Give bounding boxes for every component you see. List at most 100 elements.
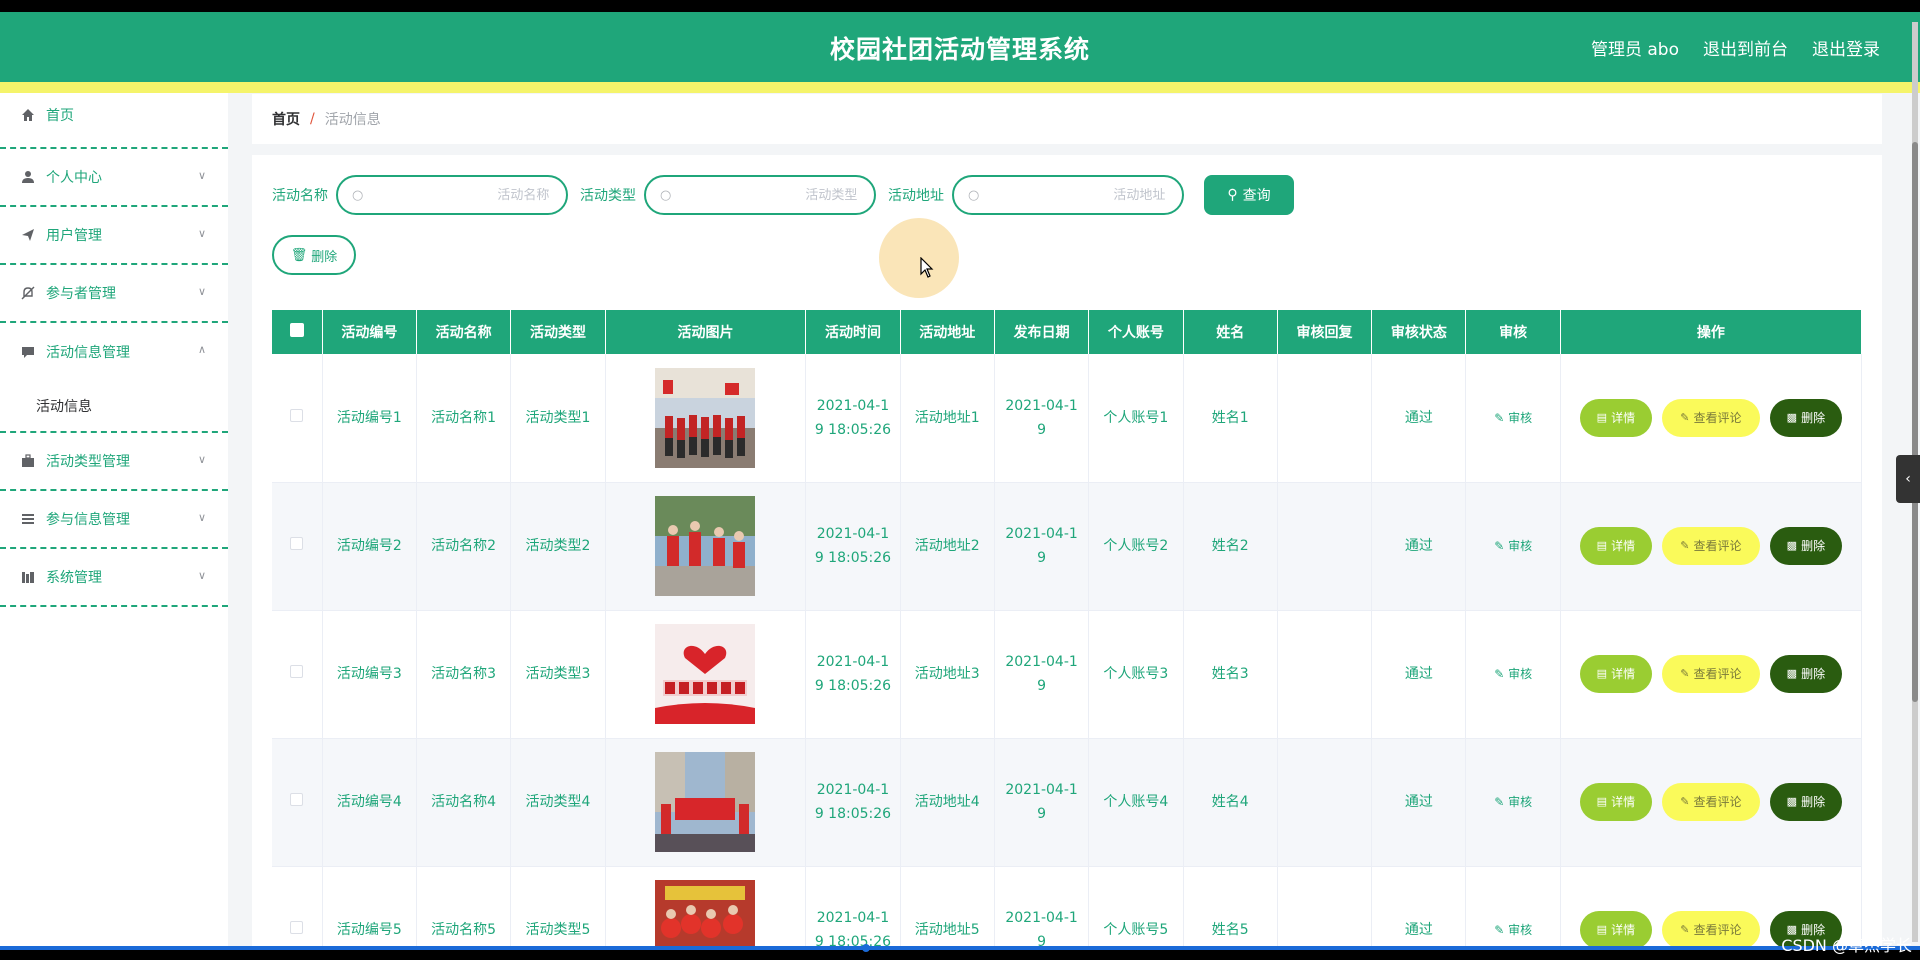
chevron-down-icon: ∨ — [197, 511, 206, 524]
row-checkbox[interactable] — [290, 408, 304, 422]
select-all-checkbox[interactable] — [289, 323, 304, 337]
row-delete-label: 删除 — [1801, 667, 1826, 681]
cell-activity-address: 活动地址5 — [900, 866, 995, 946]
column-header: 活动图片 — [605, 310, 807, 354]
detail-button-label: 详情 — [1611, 410, 1636, 425]
view-comments-button[interactable]: ✎ 查看评论 — [1661, 655, 1760, 693]
cell-activity-time: 2021-04-1 9 18:05:26 — [805, 354, 901, 483]
progress-handle[interactable] — [862, 944, 870, 952]
bar-icon — [20, 569, 36, 585]
view-comments-button[interactable]: ✎ 查看评论 — [1661, 783, 1760, 821]
document-icon: ▤ — [1596, 795, 1608, 808]
row-delete-button[interactable]: ▩ 删除 — [1769, 398, 1842, 437]
date-line-2: 9 — [1037, 550, 1047, 566]
logout-link[interactable]: 退出登录 — [1812, 35, 1880, 60]
activity-image-red-crowd — [655, 880, 756, 946]
view-comments-button[interactable]: ✎ 查看评论 — [1661, 398, 1760, 437]
sidebar-item-activity-type-management[interactable]: 活动类型管理 ∨ — [0, 433, 228, 491]
activity-table: 活动编号 活动名称 活动类型 活动图片 活动时间 活动地址 发布日期 个人账号 … — [272, 310, 1863, 946]
activity-image-banner-group — [655, 752, 756, 852]
sidebar-item-label: 参与信息管理 — [46, 512, 130, 528]
search-icon: ○ — [968, 187, 980, 203]
detail-button[interactable]: ▤ 详情 — [1579, 911, 1652, 946]
detail-button-label: 详情 — [1611, 667, 1636, 681]
query-button-label: 查询 — [1242, 188, 1271, 204]
row-checkbox[interactable] — [290, 793, 304, 806]
cell-publish-date: 2021-04-1 9 — [994, 866, 1090, 946]
vertical-scrollbar-thumb[interactable] — [1912, 142, 1918, 702]
audit-link[interactable]: ✎ 审核 — [1494, 923, 1532, 937]
audit-link[interactable]: ✎ 审核 — [1494, 795, 1532, 809]
sidebar: 首页 个人中心 ∨ 用户管理 ∨ 参与者管理 ∨ 活动信息管理 ∧ 活动信息 活… — [0, 93, 228, 946]
detail-button[interactable]: ▤ 详情 — [1579, 398, 1652, 437]
time-line-2: 9 18:05:26 — [814, 806, 892, 822]
cell-account: 个人账号2 — [1088, 482, 1184, 611]
cell-audit: ✎ 审核 — [1465, 610, 1561, 739]
row-delete-button[interactable]: ▩ 删除 — [1769, 783, 1842, 821]
detail-button[interactable]: ▤ 详情 — [1579, 655, 1652, 693]
time-line-1: 2021-04-1 — [816, 910, 890, 926]
sidebar-item-activity-info-management[interactable]: 活动信息管理 ∧ — [0, 323, 228, 381]
sidebar-item-participant-management[interactable]: 参与者管理 ∨ — [0, 265, 228, 323]
sidebar-item-label: 活动信息管理 — [46, 345, 130, 361]
cell-activity-image — [605, 482, 807, 611]
activity-type-input[interactable] — [677, 187, 858, 203]
search-form: 活动名称 ○ 活动类型 ○ 活动地址 ○ ⚲ 查询 — [272, 175, 1294, 215]
batch-delete-button[interactable]: 🗑 删除 — [272, 235, 356, 275]
audit-link[interactable]: ✎ 审核 — [1494, 539, 1532, 553]
audit-link[interactable]: ✎ 审核 — [1494, 411, 1532, 425]
edit-icon: ✎ — [1494, 923, 1509, 937]
cell-operations: ▤ 详情 ✎ 查看评论 ▩ 删除 — [1560, 482, 1863, 611]
activity-address-search: ○ — [952, 175, 1184, 215]
activity-name-input[interactable] — [369, 187, 550, 203]
admin-user-label[interactable]: 管理员 abo — [1591, 35, 1679, 60]
sidebar-item-label: 系统管理 — [46, 570, 102, 586]
row-delete-button[interactable]: ▩ 删除 — [1769, 655, 1842, 693]
exit-to-front-link[interactable]: 退出到前台 — [1703, 35, 1788, 60]
sidebar-item-participation-info-management[interactable]: 参与信息管理 ∨ — [0, 491, 228, 549]
mouse-cursor-icon — [920, 257, 934, 278]
breadcrumb-separator: / — [310, 111, 315, 127]
chevron-down-icon: ∨ — [197, 169, 206, 182]
view-comments-button[interactable]: ✎ 查看评论 — [1661, 911, 1760, 946]
cell-activity-address: 活动地址1 — [900, 354, 995, 483]
sidebar-item-personal-center[interactable]: 个人中心 ∨ — [0, 149, 228, 207]
chevron-left-icon[interactable]: ‹ — [1896, 455, 1920, 503]
select-all-header[interactable] — [272, 310, 323, 354]
sidebar-item-system-management[interactable]: 系统管理 ∨ — [0, 549, 228, 607]
activity-type-search: ○ — [644, 175, 876, 215]
query-button[interactable]: ⚲ 查询 — [1204, 175, 1294, 215]
cell-activity-type: 活动类型5 — [510, 866, 606, 946]
sidebar-item-user-management[interactable]: 用户管理 ∨ — [0, 207, 228, 265]
cell-operations: ▤ 详情 ✎ 查看评论 ▩ 删除 — [1560, 354, 1863, 483]
detail-button-label: 详情 — [1611, 923, 1636, 937]
row-checkbox[interactable] — [290, 665, 304, 678]
row-checkbox[interactable] — [290, 921, 304, 934]
document-icon: ▤ — [1596, 410, 1608, 424]
cell-audit: ✎ 审核 — [1465, 866, 1561, 946]
edit-icon: ✎ — [1680, 539, 1690, 552]
cell-activity-address: 活动地址2 — [900, 482, 995, 611]
detail-button[interactable]: ▤ 详情 — [1579, 527, 1652, 565]
cell-person-name: 姓名1 — [1183, 354, 1278, 483]
row-checkbox[interactable] — [290, 537, 304, 550]
activity-image-group-photo — [655, 367, 756, 468]
column-header: 个人账号 — [1088, 310, 1184, 354]
audit-link[interactable]: ✎ 审核 — [1494, 667, 1532, 681]
view-comments-button[interactable]: ✎ 查看评论 — [1661, 527, 1760, 565]
row-delete-label: 删除 — [1801, 795, 1826, 809]
sidebar-group-activity-info: 活动信息管理 ∧ 活动信息 — [0, 323, 228, 433]
activity-image-volunteers-outdoor — [655, 496, 756, 596]
breadcrumb-home[interactable]: 首页 — [272, 109, 300, 129]
activity-address-input[interactable] — [985, 187, 1166, 203]
cell-operations: ▤ 详情 ✎ 查看评论 ▩ 删除 — [1560, 738, 1863, 867]
cell-audit-reply — [1277, 610, 1373, 739]
briefcase-icon — [20, 453, 36, 469]
time-line-1: 2021-04-1 — [816, 654, 890, 670]
cell-audit-status: 通过 — [1371, 866, 1467, 946]
detail-button[interactable]: ▤ 详情 — [1579, 783, 1652, 821]
breadcrumb: 首页 / 活动信息 — [252, 94, 1882, 144]
row-delete-button[interactable]: ▩ 删除 — [1769, 527, 1842, 565]
sidebar-item-home[interactable]: 首页 — [0, 93, 228, 149]
sidebar-subitem-activity-info[interactable]: 活动信息 — [0, 381, 228, 431]
